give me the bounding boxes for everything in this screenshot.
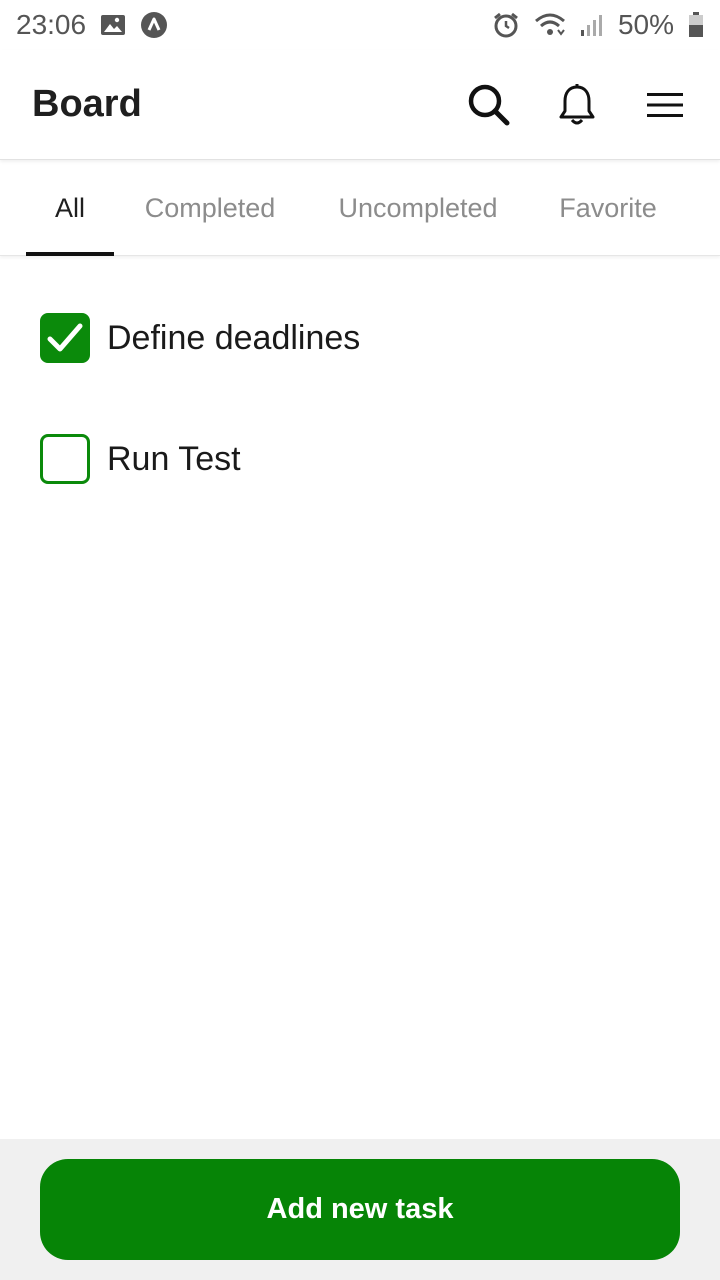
status-bar: 23:06 50% [0,0,720,50]
image-icon [100,13,126,37]
bell-icon [559,83,595,124]
wifi-icon [534,12,566,38]
tab-favorite[interactable]: Favorite [548,161,668,256]
menu-icon [647,92,683,117]
status-right: 50% [492,9,704,41]
page-title: Board [32,83,142,125]
notifications-button[interactable] [552,80,602,130]
task-label: Run Test [107,439,241,478]
active-tab-indicator [26,252,114,256]
task-checkbox-checked[interactable] [40,313,90,363]
battery-text: 50% [617,9,674,40]
tab-label: All [54,193,85,223]
search-button[interactable] [464,80,514,130]
tab-label: Favorite [559,193,657,223]
task-label: Define deadlines [107,318,361,357]
app-notification-icon [140,11,168,39]
tab-label: Uncompleted [338,193,498,223]
list-item: Define deadlines [40,313,360,363]
status-left: 23:06 [16,9,168,41]
tab-all[interactable]: All [26,161,114,256]
battery-icon [688,12,704,38]
app-bar-actions [464,80,690,130]
footer: Add new task [0,1139,720,1280]
filter-tabs: All Completed Uncompleted Favorite [0,161,720,256]
list-item: Run Test [40,434,241,484]
status-time: 23:06 [16,9,87,40]
tab-label: Completed [144,193,276,223]
menu-button[interactable] [640,80,690,130]
tab-completed[interactable]: Completed [132,161,288,256]
alarm-icon [492,11,520,39]
signal-icon [580,13,604,37]
check-icon [47,323,83,352]
tab-uncompleted[interactable]: Uncompleted [324,161,512,256]
add-task-button[interactable]: Add new task [40,1159,680,1260]
search-icon [468,84,510,125]
app-bar: Board [0,50,720,160]
task-checkbox-unchecked[interactable] [40,434,90,484]
